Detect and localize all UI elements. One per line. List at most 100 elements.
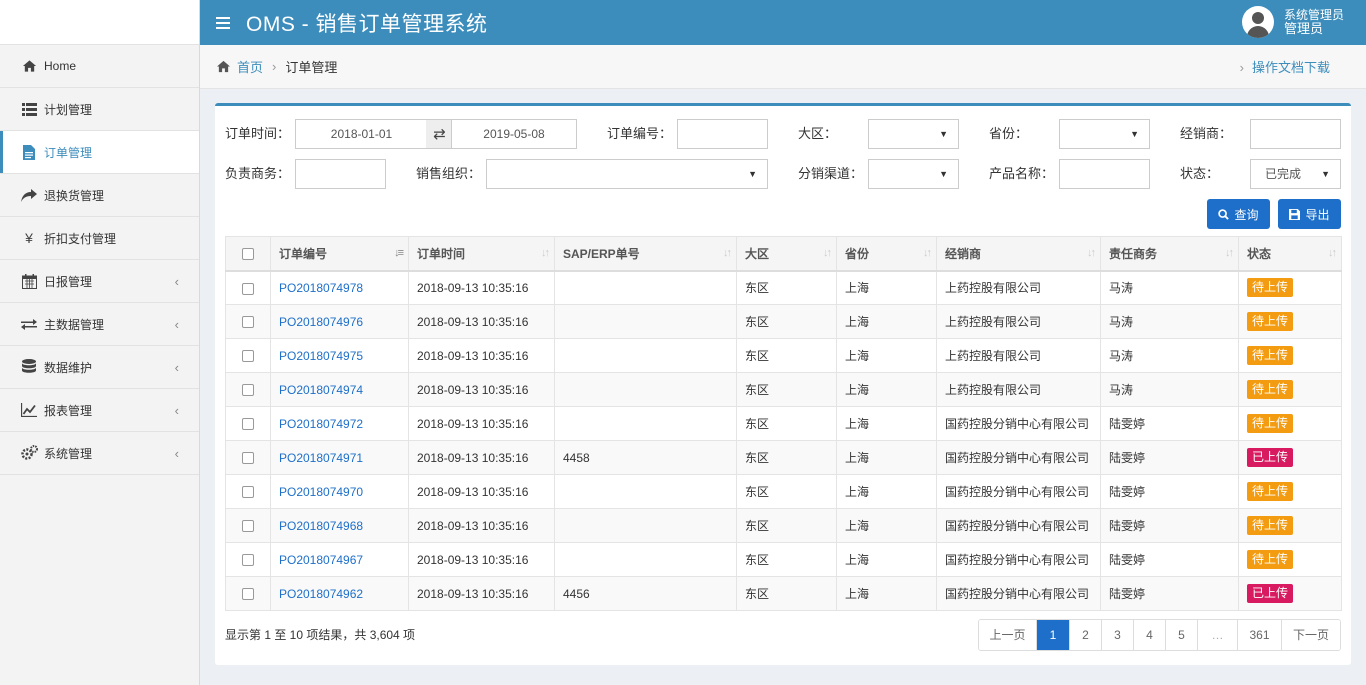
page-button-2[interactable]: 2 [1070,620,1102,650]
sort-icon: ↓↑ [923,247,932,259]
sidebar-item-discount[interactable]: ¥ 折扣支付管理 [0,217,199,260]
sidebar-item-orders[interactable]: 订单管理 [0,131,199,174]
sidebar-item-label: 退换货管理 [44,188,105,203]
order-no-link[interactable]: PO2018074970 [279,485,363,499]
orders-table: 订单编号 ↓≡ 订单时间 ↓↑ SAP/ERP单号 ↓↑ 大区 ↓↑ 省份 ↓↑ 经销商 ↓… [225,236,1342,611]
row-checkbox[interactable] [242,486,254,499]
order-no-link[interactable]: PO2018074975 [279,349,363,363]
province-cell: 上海 [836,270,937,305]
order-no-label: 订单编号： [607,126,673,141]
status-badge: 已上传 [1247,448,1294,467]
owner-input[interactable] [295,159,386,189]
table-row: PO2018074976 2018-09-13 10:35:16 东区 上海 上药控股有… [225,304,1342,339]
sidebar-item-daily-report[interactable]: 日报管理 ‹ [0,260,199,303]
prev-page-button[interactable]: 上一页 [979,620,1037,650]
order-no-link[interactable]: PO2018074968 [279,519,363,533]
row-checkbox[interactable] [242,520,254,533]
column-header-region[interactable]: 大区 ↓↑ [736,236,837,272]
sidebar-item-home[interactable]: Home [0,45,199,88]
order-no-cell: PO2018074968 [270,508,409,543]
column-header-province[interactable]: 省份 ↓↑ [836,236,937,272]
page-button-1[interactable]: 1 [1037,620,1070,650]
select-all-checkbox[interactable] [242,248,254,261]
order-no-link[interactable]: PO2018074974 [279,383,363,397]
column-header-owner[interactable]: 责任商务 ↓↑ [1100,236,1239,272]
region-select[interactable] [868,119,959,149]
pagination: 上一页 1 2 3 4 5… 361 下一页 [978,619,1341,651]
user-avatar-icon[interactable] [1241,6,1274,38]
order-no-link[interactable]: PO2018074978 [279,281,363,295]
user-menu[interactable]: 系统管理员 管理员 [1241,6,1344,38]
sidebar-item-plan[interactable]: 计划管理 [0,88,199,131]
row-checkbox[interactable] [242,282,254,295]
dealer-cell: 上药控股有限公司 [936,304,1101,339]
menu-toggle-icon[interactable] [216,14,230,32]
row-checkbox-cell [225,338,271,373]
row-checkbox[interactable] [242,316,254,329]
document-icon [20,143,38,161]
page-button-4[interactable]: 4 [1134,620,1166,650]
channel-select[interactable] [868,159,959,189]
page-button-3[interactable]: 3 [1102,620,1134,650]
status-badge: 待上传 [1247,346,1294,365]
sidebar-item-label: 报表管理 [44,403,93,418]
order-no-cell: PO2018074967 [270,542,409,577]
date-to-input[interactable]: 2019-05-08 [451,119,577,149]
row-checkbox[interactable] [242,588,254,601]
column-header-dealer[interactable]: 经销商 ↓↑ [936,236,1101,272]
table-row: PO2018074967 2018-09-13 10:35:16 东区 上海 国药控股分… [225,542,1342,577]
row-checkbox[interactable] [242,554,254,567]
province-select[interactable] [1059,119,1150,149]
row-checkbox[interactable] [242,384,254,397]
sidebar-item-reports[interactable]: 报表管理 ‹ [0,389,199,432]
column-header-order-no[interactable]: 订单编号 ↓≡ [270,236,409,272]
dealer-cell: 国药控股分销中心有限公司 [936,440,1101,475]
sidebar-item-system[interactable]: 系统管理 ‹ [0,432,199,475]
doc-download-link[interactable]: › 操作文档下载 [1240,57,1330,76]
status-cell: 待上传 [1238,270,1342,305]
sidebar-item-returns[interactable]: 退换货管理 [0,174,199,217]
sidebar-item-label: 数据维护 [44,360,93,375]
sales-org-select[interactable] [486,159,768,189]
column-header-order-time[interactable]: 订单时间 ↓↑ [408,236,555,272]
order-time-cell: 2018-09-13 10:35:16 [408,576,555,611]
region-cell: 东区 [736,304,837,339]
top-header: OMS - 销售订单管理系统 系统管理员 管理员 [200,0,1366,45]
dealer-input[interactable] [1250,119,1341,149]
order-no-link[interactable]: PO2018074967 [279,553,363,567]
owner-cell: 马涛 [1100,372,1239,407]
table-row: PO2018074970 2018-09-13 10:35:16 东区 上海 国药控股分… [225,474,1342,509]
column-header-sap[interactable]: SAP/ERP单号 ↓↑ [554,236,737,272]
query-button[interactable]: 查询 [1207,199,1270,229]
row-checkbox[interactable] [242,350,254,363]
next-page-button[interactable]: 下一页 [1282,620,1340,650]
sap-cell [554,338,737,373]
sidebar-item-data-maintenance[interactable]: 数据维护 ‹ [0,346,199,389]
page-button-361[interactable]: 361 [1238,620,1282,650]
row-checkbox[interactable] [242,418,254,431]
status-cell: 待上传 [1238,304,1342,339]
breadcrumb-current: 订单管理 [285,60,338,75]
export-button[interactable]: 导出 [1278,199,1341,229]
chevron-right-icon: › [1239,60,1244,75]
query-button-label: 查询 [1234,207,1259,222]
province-cell: 上海 [836,338,937,373]
order-no-link[interactable]: PO2018074962 [279,587,363,601]
order-time-cell: 2018-09-13 10:35:16 [408,542,555,577]
column-header-status[interactable]: 状态 ↓↑ [1238,236,1342,272]
sidebar-item-label: 日报管理 [44,274,93,289]
order-no-link[interactable]: PO2018074972 [279,417,363,431]
status-badge: 待上传 [1247,278,1294,298]
row-checkbox[interactable] [242,452,254,465]
status-cell: 已上传 [1238,440,1342,475]
sidebar-item-master-data[interactable]: 主数据管理 ‹ [0,303,199,346]
order-no-input[interactable] [677,119,768,149]
product-input[interactable] [1059,159,1150,189]
order-no-link[interactable]: PO2018074976 [279,315,363,329]
sap-cell: 4458 [554,440,737,475]
page-button-5[interactable]: 5 [1166,620,1198,650]
status-select[interactable]: 已完成 [1250,159,1341,189]
breadcrumb-home-link[interactable]: 首页 [237,57,263,76]
order-no-link[interactable]: PO2018074971 [279,451,363,465]
date-from-input[interactable]: 2018-01-01 [295,119,428,149]
